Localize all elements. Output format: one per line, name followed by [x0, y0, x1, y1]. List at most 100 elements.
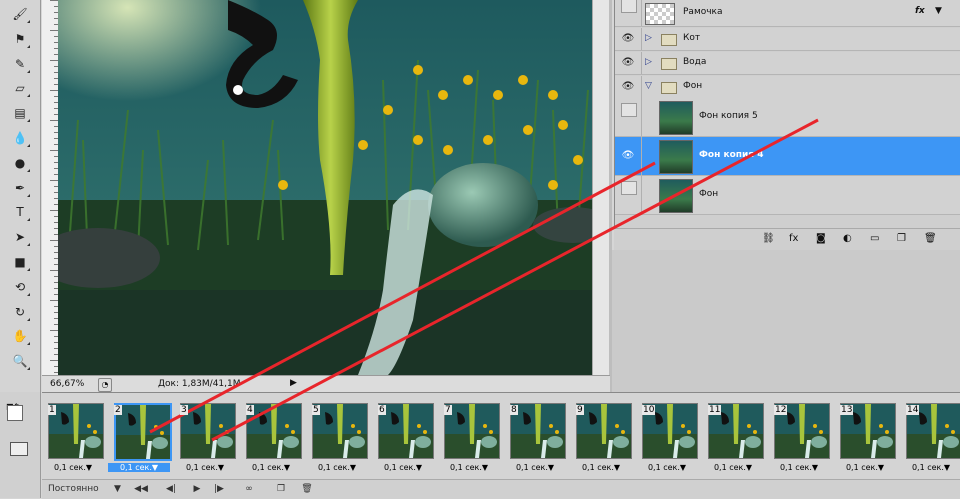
frame-delay[interactable]: 0,1 сек.▼ — [174, 463, 236, 472]
animation-frame[interactable]: 1 0,1 сек.▼ — [42, 398, 104, 478]
blur-icon[interactable]: 💧 — [10, 128, 30, 148]
animation-frame[interactable]: 6 0,1 сек.▼ — [372, 398, 434, 478]
gradient-icon[interactable]: ▤ — [10, 103, 30, 123]
layer-row[interactable]: 👁 Фон копия 4 — [615, 137, 960, 176]
layer-row[interactable]: Фон копия 5 — [615, 98, 960, 137]
frame-delay[interactable]: 0,1 сек.▼ — [240, 463, 302, 472]
hand-icon[interactable]: ✋ — [10, 326, 30, 346]
layers-panel: Рамочка fx ▼ 👁 ▷ Кот 👁 ▷ Вода 👁 ▽ Фон Фон копия 5 👁 Фо… — [614, 0, 960, 250]
frame-thumbnail[interactable] — [312, 403, 368, 459]
3d-orbit-icon[interactable]: ↻ — [10, 302, 30, 322]
frame-delay[interactable]: 0,1 сек.▼ — [702, 463, 764, 472]
frame-thumbnail[interactable] — [114, 403, 172, 461]
canvas[interactable] — [58, 0, 592, 375]
visibility-box[interactable] — [621, 103, 637, 117]
path-select-icon[interactable]: ➤ — [10, 227, 30, 247]
tools-panel: 🖌 ⚑ ✎ ▱ ▤ 💧 ● ✒ T ➤ ■ ⟲ ↻ ✋ 🔍 — [0, 0, 41, 392]
frame-delay[interactable]: 0,1 сек.▼ — [438, 463, 500, 472]
rectangle-icon[interactable]: ■ — [10, 252, 30, 272]
layer-group-row[interactable]: 👁 ▷ Вода — [615, 52, 960, 75]
ruler-tick — [50, 90, 58, 91]
frame-delay[interactable]: 0,1 сек.▼ — [768, 463, 830, 472]
frame-delay[interactable]: 0,1 сек.▼ — [570, 463, 632, 472]
folder-icon[interactable]: ▭ — [870, 233, 879, 244]
history-brush-icon[interactable]: ✎ — [10, 54, 30, 74]
layer-effects-toggle-icon[interactable]: ▼ — [935, 6, 942, 16]
frame-delay[interactable]: 0,1 сек.▼ — [900, 463, 960, 472]
zoom-icon[interactable]: 🔍 — [10, 351, 30, 371]
visibility-box[interactable] — [621, 181, 637, 195]
frame-thumbnail[interactable] — [576, 403, 632, 459]
layer-visibility-toggle[interactable]: 👁 — [615, 76, 642, 98]
animation-frame[interactable]: 10 0,1 сек.▼ — [636, 398, 698, 478]
zoom-level[interactable]: 66,67% — [50, 379, 84, 389]
layer-group-row[interactable]: 👁 ▷ Кот — [615, 28, 960, 51]
animation-frame[interactable]: 13 0,1 сек.▼ — [834, 398, 896, 478]
layer-visibility-toggle[interactable] — [615, 98, 642, 136]
visibility-box[interactable] — [621, 0, 637, 13]
animation-frame[interactable]: 11 0,1 сек.▼ — [702, 398, 764, 478]
duplicate-frame-icon[interactable]: ❐ — [274, 482, 288, 496]
frame-delay[interactable]: 0,1 сек.▼ — [834, 463, 896, 472]
foreground-color-swatch[interactable] — [7, 405, 23, 421]
prev-frame-icon[interactable]: ◀| — [164, 482, 178, 496]
animation-frame[interactable]: 12 0,1 сек.▼ — [768, 398, 830, 478]
dodge-icon[interactable]: ● — [10, 153, 30, 173]
collapse-triangle-icon[interactable]: ▷ — [645, 33, 652, 43]
loop-select[interactable]: Постоянно — [48, 482, 108, 496]
animation-frame[interactable]: 5 0,1 сек.▼ — [306, 398, 368, 478]
frame-thumbnail[interactable] — [48, 403, 104, 459]
expand-triangle-icon[interactable]: ▽ — [645, 81, 652, 91]
layer-row[interactable]: Рамочка fx ▼ — [615, 0, 960, 27]
pen-icon[interactable]: ✒ — [10, 178, 30, 198]
frame-delay[interactable]: 0,1 сек.▼ — [42, 463, 104, 472]
frame-delay[interactable]: 0,1 сек.▼ — [504, 463, 566, 472]
layer-visibility-toggle[interactable] — [615, 176, 642, 214]
adjustment-icon[interactable]: ◐ — [843, 233, 852, 244]
fx-icon[interactable]: fx — [789, 233, 798, 244]
loop-dropdown-icon[interactable]: ▼ — [114, 482, 121, 496]
layer-visibility-toggle[interactable]: 👁 — [615, 137, 642, 175]
eraser-icon[interactable]: ▱ — [10, 78, 30, 98]
trash-icon[interactable]: 🗑 — [924, 233, 937, 244]
quick-mask-icon[interactable] — [10, 442, 28, 456]
frame-delay[interactable]: 0,1 сек.▼ — [108, 463, 170, 472]
layer-row[interactable]: Фон — [615, 176, 960, 215]
frame-delay[interactable]: 0,1 сек.▼ — [636, 463, 698, 472]
animation-frame[interactable]: 2 0,1 сек.▼ — [108, 398, 172, 478]
fx-icon[interactable]: fx — [915, 6, 925, 16]
frame-thumbnail[interactable] — [180, 403, 236, 459]
status-page-icon[interactable]: ◔ — [98, 378, 112, 392]
clone-stamp-icon[interactable]: ⚑ — [10, 29, 30, 49]
frame-thumbnail[interactable] — [378, 403, 434, 459]
animation-frame[interactable]: 14 0,1 сек.▼ — [900, 398, 960, 478]
collapse-triangle-icon[interactable]: ▷ — [645, 57, 652, 67]
animation-frame[interactable]: 7 0,1 сек.▼ — [438, 398, 500, 478]
next-frame-icon[interactable]: |▶ — [212, 482, 226, 496]
animation-frame[interactable]: 8 0,1 сек.▼ — [504, 398, 566, 478]
animation-frame[interactable]: 4 0,1 сек.▼ — [240, 398, 302, 478]
frame-delay[interactable]: 0,1 сек.▼ — [372, 463, 434, 472]
layer-visibility-toggle[interactable]: 👁 — [615, 52, 642, 74]
layer-group-row[interactable]: 👁 ▽ Фон — [615, 76, 960, 99]
first-frame-icon[interactable]: ◀◀ — [134, 482, 148, 496]
frame-delay[interactable]: 0,1 сек.▼ — [306, 463, 368, 472]
tween-icon[interactable]: ∞ — [242, 482, 256, 496]
animation-frame[interactable]: 9 0,1 сек.▼ — [570, 398, 632, 478]
frame-thumbnail[interactable] — [510, 403, 566, 459]
status-menu-arrow-icon[interactable]: ▶ — [290, 378, 297, 388]
brush-icon[interactable]: 🖌 — [10, 4, 30, 24]
vertical-scrollbar[interactable] — [592, 0, 609, 375]
type-icon[interactable]: T — [10, 202, 30, 222]
3d-rotate-icon[interactable]: ⟲ — [10, 277, 30, 297]
link-icon[interactable]: ⛓ — [762, 233, 775, 244]
mask-icon[interactable]: ◙ — [816, 233, 826, 244]
delete-frame-icon[interactable]: 🗑 — [300, 482, 314, 496]
play-icon[interactable]: ▶ — [190, 482, 204, 496]
new-layer-icon[interactable]: ❐ — [897, 233, 906, 244]
layer-visibility-toggle[interactable]: 👁 — [615, 28, 642, 50]
frame-thumbnail[interactable] — [444, 403, 500, 459]
frame-thumbnail[interactable] — [246, 403, 302, 459]
layer-visibility-toggle[interactable] — [615, 0, 642, 26]
animation-frame[interactable]: 3 0,1 сек.▼ — [174, 398, 236, 478]
